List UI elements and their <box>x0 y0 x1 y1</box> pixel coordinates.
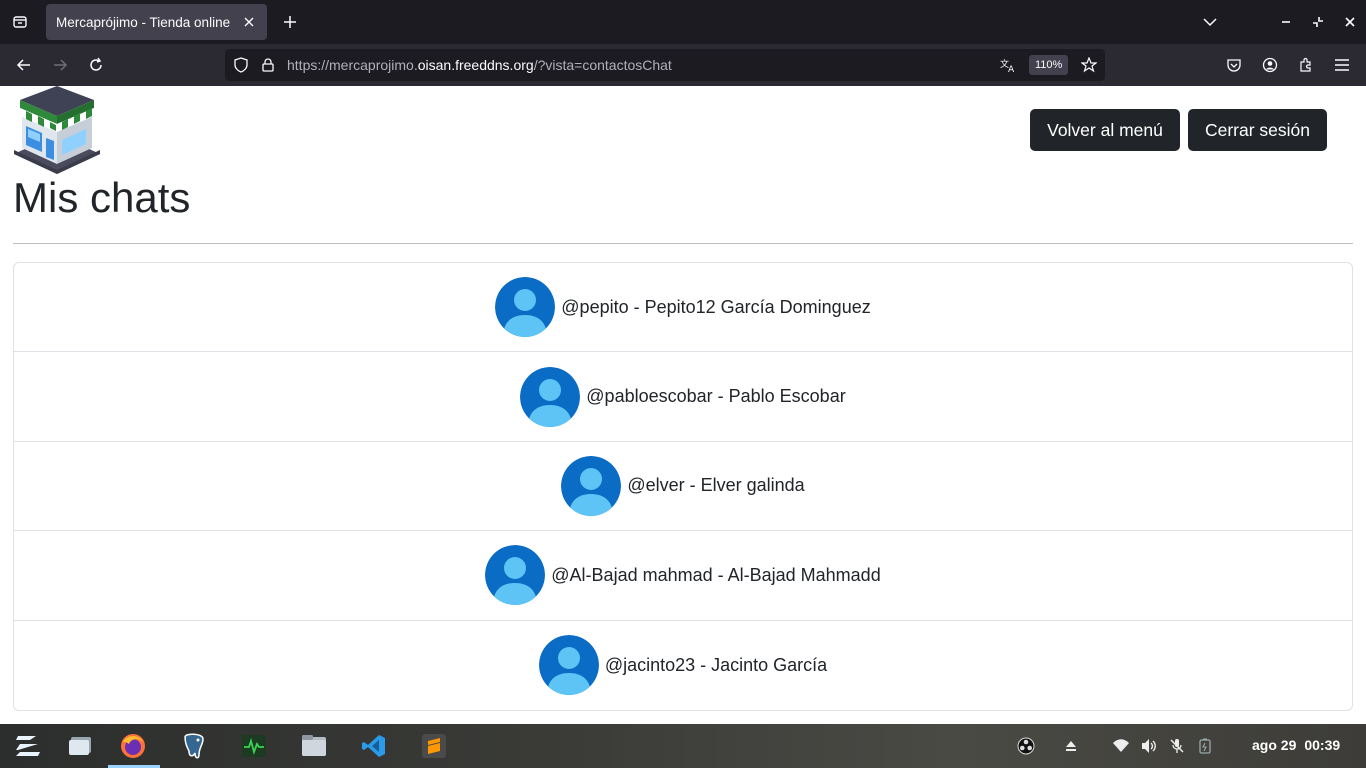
system-monitor-icon[interactable] <box>238 730 270 762</box>
close-tab-icon[interactable] <box>241 14 257 30</box>
account-icon[interactable] <box>1258 53 1282 77</box>
tab-list-chevron-icon[interactable] <box>1198 10 1222 34</box>
url-prefix: https://mercaprojimo. <box>287 57 418 73</box>
back-arrow-icon[interactable] <box>12 53 36 77</box>
url-text: https://mercaprojimo.oisan.freeddns.org/… <box>287 57 672 73</box>
chat-label: @elver - Elver galinda <box>627 475 805 496</box>
hamburger-menu-icon[interactable] <box>1330 53 1354 77</box>
chat-item[interactable]: @Al-Bajad mahmad - Al-Bajad Mahmadd <box>14 531 1352 621</box>
svg-text:A: A <box>1008 65 1015 73</box>
translate-icon[interactable]: 文A <box>1000 57 1016 73</box>
zoom-level[interactable]: 110% <box>1029 55 1069 75</box>
sublime-text-icon[interactable] <box>418 730 450 762</box>
logout-button[interactable]: Cerrar sesión <box>1188 109 1327 151</box>
page-content: Volver al menú Cerrar sesión Mis chats @… <box>0 86 1366 724</box>
battery-icon[interactable] <box>1195 736 1215 756</box>
vscode-icon[interactable] <box>358 730 390 762</box>
date-text: ago 29 <box>1252 737 1297 753</box>
browser-tab-bar: Mercaprójimo - Tienda online <box>0 0 1366 44</box>
eject-icon[interactable] <box>1061 736 1081 756</box>
shield-icon[interactable] <box>233 57 249 73</box>
forward-arrow-icon[interactable] <box>48 53 72 77</box>
close-window-icon[interactable] <box>1338 10 1362 34</box>
zorin-menu-icon[interactable] <box>12 730 44 762</box>
minimize-icon[interactable] <box>1274 10 1298 34</box>
url-bar[interactable]: https://mercaprojimo.oisan.freeddns.org/… <box>225 49 1105 81</box>
store-logo[interactable] <box>12 86 102 174</box>
pocket-icon[interactable] <box>1222 53 1246 77</box>
back-to-menu-button[interactable]: Volver al menú <box>1030 109 1180 151</box>
pgadmin-elephant-icon[interactable] <box>178 730 210 762</box>
tab-title: Mercaprójimo - Tienda online <box>56 14 231 30</box>
lock-icon[interactable] <box>260 57 276 73</box>
chat-label: @pepito - Pepito12 García Dominguez <box>561 296 871 317</box>
clock[interactable]: ago 29 00:39 <box>1252 737 1348 753</box>
firefox-view-icon[interactable] <box>8 10 32 34</box>
time-text: 00:39 <box>1304 737 1341 753</box>
url-host: oisan.freeddns.org <box>417 57 534 73</box>
workspaces-icon[interactable] <box>64 730 96 762</box>
new-tab-icon[interactable] <box>278 10 302 34</box>
extensions-icon[interactable] <box>1294 53 1318 77</box>
obs-icon[interactable] <box>1016 736 1036 756</box>
chat-item[interactable]: @pepito - Pepito12 García Dominguez <box>14 263 1352 353</box>
chat-item[interactable]: @elver - Elver galinda <box>14 442 1352 532</box>
chat-label: @Al-Bajad mahmad - Al-Bajad Mahmadd <box>551 564 881 585</box>
restore-icon[interactable] <box>1306 10 1330 34</box>
os-taskbar: ago 29 00:39 <box>0 724 1366 768</box>
chat-label: @jacinto23 - Jacinto García <box>604 654 828 675</box>
browser-nav-bar: https://mercaprojimo.oisan.freeddns.org/… <box>0 44 1366 86</box>
firefox-icon[interactable] <box>117 730 149 762</box>
avatar <box>520 366 581 427</box>
page-title: Mis chats <box>13 174 191 221</box>
files-icon[interactable] <box>298 730 330 762</box>
url-path: /?vista=contactosChat <box>533 57 672 73</box>
avatar <box>561 455 622 516</box>
bookmark-star-icon[interactable] <box>1081 57 1097 73</box>
wifi-icon[interactable] <box>1111 736 1131 756</box>
chat-item[interactable]: @jacinto23 - Jacinto García <box>14 621 1352 710</box>
volume-icon[interactable] <box>1139 736 1159 756</box>
avatar <box>495 277 556 338</box>
browser-tab[interactable]: Mercaprójimo - Tienda online <box>46 4 267 40</box>
avatar <box>485 545 546 606</box>
microphone-muted-icon[interactable] <box>1167 736 1187 756</box>
chat-item[interactable]: @pabloescobar - Pablo Escobar <box>14 352 1352 442</box>
divider <box>13 243 1353 244</box>
chat-label: @pabloescobar - Pablo Escobar <box>586 386 846 407</box>
chat-list: @pepito - Pepito12 García Dominguez @pab… <box>13 262 1353 711</box>
avatar <box>538 635 599 696</box>
reload-icon[interactable] <box>84 53 108 77</box>
